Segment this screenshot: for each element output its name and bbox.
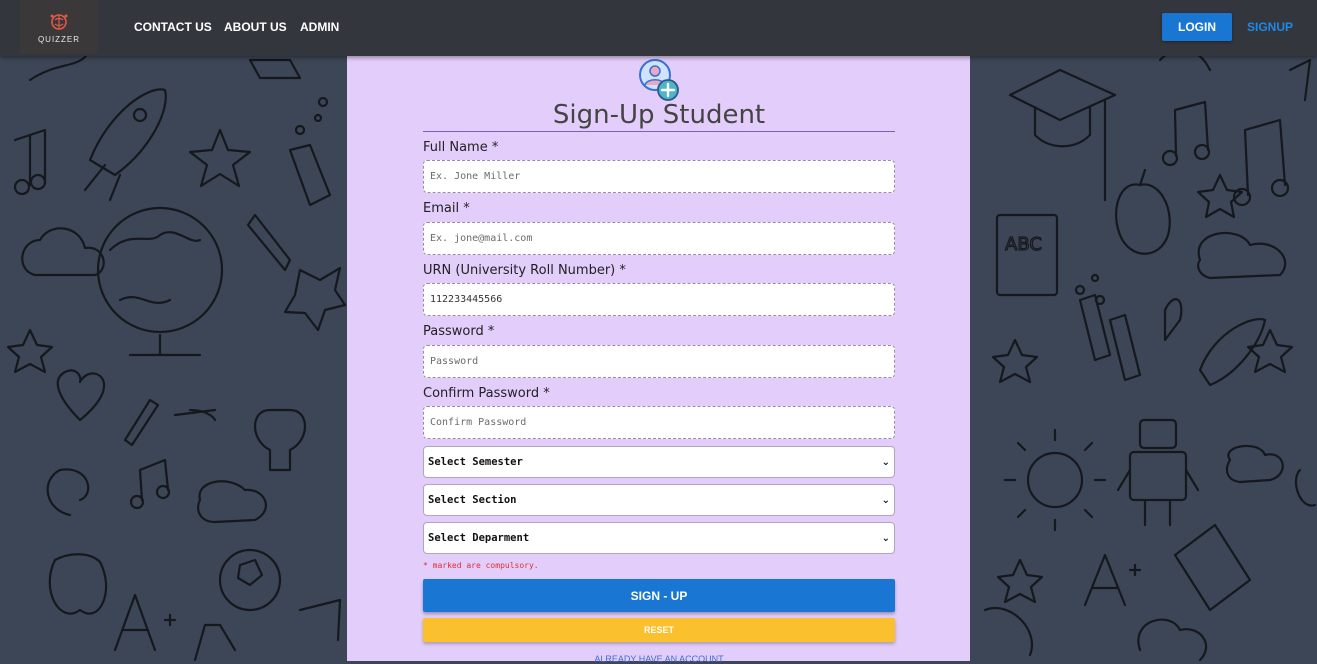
department-select-value: Select Deparment: [428, 532, 530, 544]
brain-logo-icon: [50, 13, 68, 30]
password-input[interactable]: Password: [423, 345, 895, 378]
semester-select[interactable]: Select Semester ⌄: [423, 446, 895, 478]
chevron-down-icon: ⌄: [881, 532, 890, 544]
already-have-account-link[interactable]: ALREADY HAVE AN ACCOUNT: [423, 654, 895, 664]
page-title: Sign-Up Student: [552, 100, 766, 130]
chevron-down-icon: ⌄: [881, 494, 890, 506]
sign-up-button[interactable]: SIGN - UP: [423, 579, 895, 612]
full-name-input[interactable]: Ex. Jone Miller: [423, 160, 895, 193]
nav-link-admin[interactable]: ADMIN: [300, 20, 339, 34]
compulsory-note: * marked are compulsory.: [423, 561, 539, 570]
urn-input[interactable]: 112233445566: [423, 283, 895, 316]
svg-text:ABC: ABC: [1005, 234, 1042, 255]
top-navbar: QUIZZER CONTACT US ABOUT US ADMIN LOGIN …: [0, 0, 1317, 56]
email-input[interactable]: Ex. jone@mail.com: [423, 222, 895, 255]
urn-label: URN (University Roll Number) *: [423, 263, 626, 278]
nav-link-contact-us[interactable]: CONTACT US: [134, 20, 212, 34]
logo-text: QUIZZER: [37, 34, 81, 44]
section-select[interactable]: Select Section ⌄: [423, 484, 895, 516]
reset-button[interactable]: RESET: [423, 618, 895, 642]
nav-link-about-us[interactable]: ABOUT US: [224, 20, 287, 34]
confirm-password-label: Confirm Password *: [423, 386, 550, 401]
department-select[interactable]: Select Deparment ⌄: [423, 522, 895, 554]
email-label: Email *: [423, 201, 470, 216]
login-button[interactable]: LOGIN: [1162, 13, 1232, 41]
add-user-icon: [639, 59, 679, 101]
chevron-down-icon: ⌄: [881, 456, 890, 468]
section-select-value: Select Section: [428, 494, 517, 506]
confirm-password-input[interactable]: Confirm Password: [423, 406, 895, 439]
semester-select-value: Select Semester: [428, 456, 523, 468]
signup-link[interactable]: SIGNUP: [1247, 20, 1293, 34]
password-label: Password *: [423, 324, 495, 339]
title-underline: [423, 131, 895, 132]
logo[interactable]: QUIZZER: [20, 0, 98, 54]
full-name-label: Full Name *: [423, 140, 499, 155]
